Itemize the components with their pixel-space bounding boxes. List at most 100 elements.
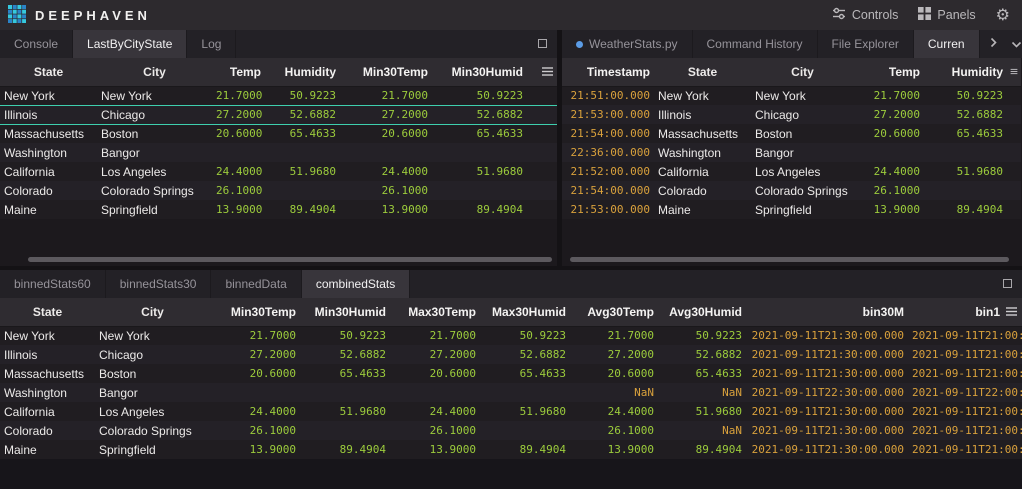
table-row[interactable]: MassachusettsBoston20.600065.463320.6000… [0, 124, 557, 143]
cell[interactable]: 27.2000 [390, 345, 480, 364]
cell[interactable]: 51.9680 [432, 162, 527, 181]
cell[interactable]: Boston [95, 364, 210, 383]
cell[interactable]: 50.9223 [480, 326, 570, 345]
cell[interactable] [265, 181, 340, 200]
cell[interactable] [390, 383, 480, 402]
table-row[interactable]: 21:53:00.000IllinoisChicago27.200052.688… [562, 105, 1021, 124]
chevron-down-icon[interactable] [1011, 37, 1022, 51]
cell[interactable]: 52.6882 [480, 345, 570, 364]
cell[interactable]: 20.6000 [570, 364, 658, 383]
cell[interactable]: 26.1000 [390, 421, 480, 440]
column-header-max30temp[interactable]: Max30Temp [390, 298, 480, 326]
cell[interactable]: 24.4000 [210, 402, 300, 421]
cell[interactable]: 20.6000 [212, 124, 265, 143]
table-row[interactable]: CaliforniaLos Angeles24.400051.968024.40… [0, 162, 557, 181]
cell[interactable]: Washington [654, 143, 751, 162]
cell[interactable]: Bangor [97, 143, 212, 162]
cell[interactable]: Springfield [97, 200, 212, 219]
column-header-max30humid[interactable]: Max30Humid [480, 298, 570, 326]
cell[interactable]: NaN [570, 383, 658, 402]
cell[interactable] [432, 181, 527, 200]
cell[interactable]: Illinois [0, 345, 95, 364]
cell[interactable]: 2021-09-11T21:30:00.000 [746, 345, 908, 364]
cell[interactable]: 65.4633 [300, 364, 390, 383]
column-header-min30temp[interactable]: Min30Temp [210, 298, 300, 326]
cell[interactable]: 50.9223 [265, 86, 340, 105]
cell[interactable]: 89.4904 [480, 440, 570, 459]
cell[interactable] [480, 421, 570, 440]
maximize-icon[interactable] [1003, 277, 1012, 291]
cell[interactable]: 20.6000 [340, 124, 432, 143]
column-header-avg30humid[interactable]: Avg30Humid [658, 298, 746, 326]
cell[interactable]: Maine [0, 440, 95, 459]
column-header-timestamp[interactable]: Timestamp [562, 58, 654, 86]
cell[interactable]: Maine [0, 200, 97, 219]
cell[interactable] [924, 143, 1007, 162]
cell[interactable]: 89.4904 [265, 200, 340, 219]
cell[interactable]: 2021-09-11T21:00:00.000 [908, 326, 1022, 345]
table-row[interactable]: 21:54:00.000ColoradoColorado Springs26.1… [562, 181, 1021, 200]
column-header-min30temp[interactable]: Min30Temp [340, 58, 432, 86]
cell[interactable]: 50.9223 [658, 326, 746, 345]
cell[interactable]: 24.4000 [212, 162, 265, 181]
cell[interactable]: 27.2000 [570, 345, 658, 364]
table-row[interactable]: MassachusettsBoston20.600065.463320.6000… [0, 364, 1022, 383]
cell[interactable]: 2021-09-11T22:00:00.000 [908, 383, 1022, 402]
cell[interactable]: Los Angeles [95, 402, 210, 421]
cell[interactable]: Chicago [97, 105, 212, 124]
cell[interactable] [480, 383, 570, 402]
cell[interactable]: 51.9680 [480, 402, 570, 421]
cell[interactable] [210, 383, 300, 402]
cell[interactable]: Bangor [751, 143, 854, 162]
table-row[interactable]: 21:51:00.000New YorkNew York21.700050.92… [562, 86, 1021, 105]
cell[interactable]: 65.4633 [432, 124, 527, 143]
cell[interactable]: Maine [654, 200, 751, 219]
cell[interactable]: 26.1000 [212, 181, 265, 200]
column-header-city[interactable]: City [97, 58, 212, 86]
cell[interactable]: Los Angeles [751, 162, 854, 181]
cell[interactable]: 65.4633 [480, 364, 570, 383]
cell[interactable]: New York [95, 326, 210, 345]
cell[interactable]: 51.9680 [658, 402, 746, 421]
tab-combinedstats[interactable]: combinedStats [302, 270, 410, 298]
tab-binneddata[interactable]: binnedData [211, 270, 301, 298]
cell[interactable]: Colorado [654, 181, 751, 200]
cell[interactable]: Bangor [95, 383, 210, 402]
cell[interactable]: 89.4904 [432, 200, 527, 219]
column-header-avg30temp[interactable]: Avg30Temp [570, 298, 658, 326]
column-header-city[interactable]: City [95, 298, 210, 326]
cell[interactable]: 21:51:00.000 [562, 86, 654, 105]
cell[interactable]: 26.1000 [570, 421, 658, 440]
cell[interactable]: 52.6882 [432, 105, 527, 124]
cell[interactable]: Colorado [0, 421, 95, 440]
table-menu-icon[interactable] [541, 66, 554, 77]
table-row[interactable]: CaliforniaLos Angeles24.400051.968024.40… [0, 402, 1022, 421]
cell[interactable]: Boston [751, 124, 854, 143]
column-header-city[interactable]: City [751, 58, 854, 86]
cell[interactable]: 52.6882 [658, 345, 746, 364]
cell[interactable]: 2021-09-11T21:00:00.000 [908, 345, 1022, 364]
cell[interactable]: Los Angeles [97, 162, 212, 181]
cell[interactable]: 21.7000 [212, 86, 265, 105]
table-menu-icon[interactable] [1005, 306, 1018, 317]
cell[interactable] [432, 143, 527, 162]
cell[interactable]: 51.9680 [924, 162, 1007, 181]
cell[interactable] [854, 143, 924, 162]
cell[interactable]: 27.2000 [212, 105, 265, 124]
column-header-bin30m[interactable]: bin30M [746, 298, 908, 326]
cell[interactable]: Colorado Springs [97, 181, 212, 200]
cell[interactable] [340, 143, 432, 162]
column-header-min30humid[interactable]: Min30Humid [432, 58, 527, 86]
cell[interactable]: 21.7000 [570, 326, 658, 345]
column-header-state[interactable]: State [654, 58, 751, 86]
cell[interactable]: NaN [658, 421, 746, 440]
cell[interactable]: 26.1000 [210, 421, 300, 440]
table-row[interactable]: ColoradoColorado Springs26.100026.1000 [0, 181, 557, 200]
cell[interactable]: 21:53:00.000 [562, 105, 654, 124]
table-row[interactable]: ColoradoColorado Springs26.100026.100026… [0, 421, 1022, 440]
cell[interactable]: 21.7000 [340, 86, 432, 105]
table-row[interactable]: 21:54:00.000MassachusettsBoston20.600065… [562, 124, 1021, 143]
cell[interactable] [265, 143, 340, 162]
cell[interactable]: Massachusetts [654, 124, 751, 143]
cell[interactable]: 51.9680 [300, 402, 390, 421]
